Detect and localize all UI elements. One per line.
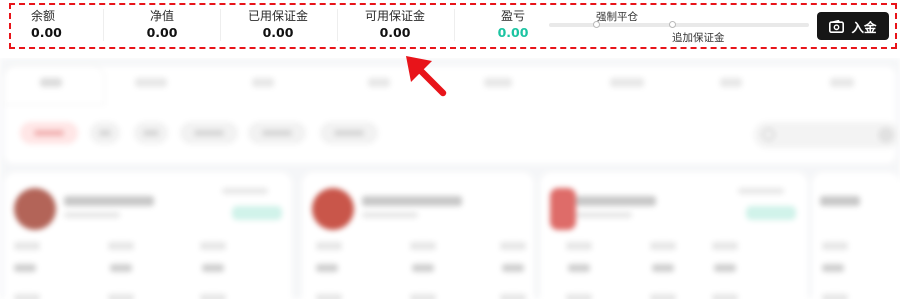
balance-label: 余额	[31, 9, 56, 23]
badge-placeholder	[232, 206, 282, 220]
margin-call-marker	[669, 21, 676, 28]
metric-available-margin: 可用保证金 0.00	[343, 8, 447, 44]
stop-out-label: 强制平仓	[596, 11, 638, 23]
tab-label-placeholder	[830, 78, 854, 87]
tab-label-placeholder	[368, 78, 390, 87]
tab-label-placeholder	[40, 78, 62, 87]
blurred-content-area	[0, 58, 900, 299]
text-placeholder	[362, 196, 462, 206]
trader-card	[4, 172, 292, 299]
balance-value: 0.00	[31, 25, 62, 40]
pnl-value: 0.00	[497, 25, 529, 40]
metric-balance: 余额 0.00	[31, 8, 101, 44]
deposit-button[interactable]: 入金	[817, 12, 889, 40]
metric-divider	[337, 9, 338, 41]
tab-label-placeholder	[252, 78, 274, 87]
metric-used-margin: 已用保证金 0.00	[226, 8, 330, 44]
tab-label-placeholder	[484, 78, 512, 87]
used-margin-label: 已用保证金	[247, 9, 308, 23]
trader-card	[302, 172, 534, 299]
text-placeholder	[64, 196, 154, 206]
available-margin-value: 0.00	[379, 25, 411, 40]
metric-equity: 净值 0.00	[110, 8, 214, 44]
pnl-label: 盈亏	[500, 9, 525, 23]
filter-chip	[20, 122, 78, 144]
filter-chip	[134, 122, 168, 144]
available-margin-label: 可用保证金	[364, 9, 425, 23]
avatar	[14, 188, 56, 230]
trader-card	[812, 172, 900, 299]
tab-label-placeholder	[720, 78, 742, 87]
filter-chip	[90, 122, 120, 144]
filter-chip	[320, 122, 378, 144]
search-input	[754, 122, 900, 148]
avatar	[312, 188, 354, 230]
metric-divider	[220, 9, 221, 41]
deposit-button-label: 入金	[851, 19, 877, 35]
arrow-icon	[406, 56, 447, 97]
text-placeholder	[576, 212, 632, 218]
text-placeholder	[222, 188, 268, 194]
text-placeholder	[576, 196, 656, 206]
metric-divider	[454, 9, 455, 41]
account-metrics-bar: 余额 0.00 净值 0.00 已用保证金 0.00 可用保证金 0.00 盈亏…	[0, 0, 900, 58]
text-placeholder	[738, 188, 784, 194]
text-placeholder	[64, 212, 120, 218]
badge-placeholder	[746, 206, 796, 220]
trader-card	[540, 172, 808, 299]
text-placeholder	[820, 196, 860, 206]
equity-label: 净值	[149, 9, 174, 23]
filter-chip	[180, 122, 238, 144]
text-placeholder	[362, 212, 418, 218]
wallet-icon	[829, 19, 845, 33]
stop-out-marker	[593, 21, 600, 28]
metric-divider	[103, 9, 104, 41]
margin-call-label: 追加保证金	[672, 32, 725, 44]
filter-chip	[248, 122, 306, 144]
tab-label-placeholder	[135, 78, 167, 87]
tab-label-placeholder	[610, 78, 644, 87]
margin-level-meter	[549, 21, 809, 28]
used-margin-value: 0.00	[262, 25, 294, 40]
avatar	[550, 188, 576, 230]
equity-value: 0.00	[146, 25, 178, 40]
